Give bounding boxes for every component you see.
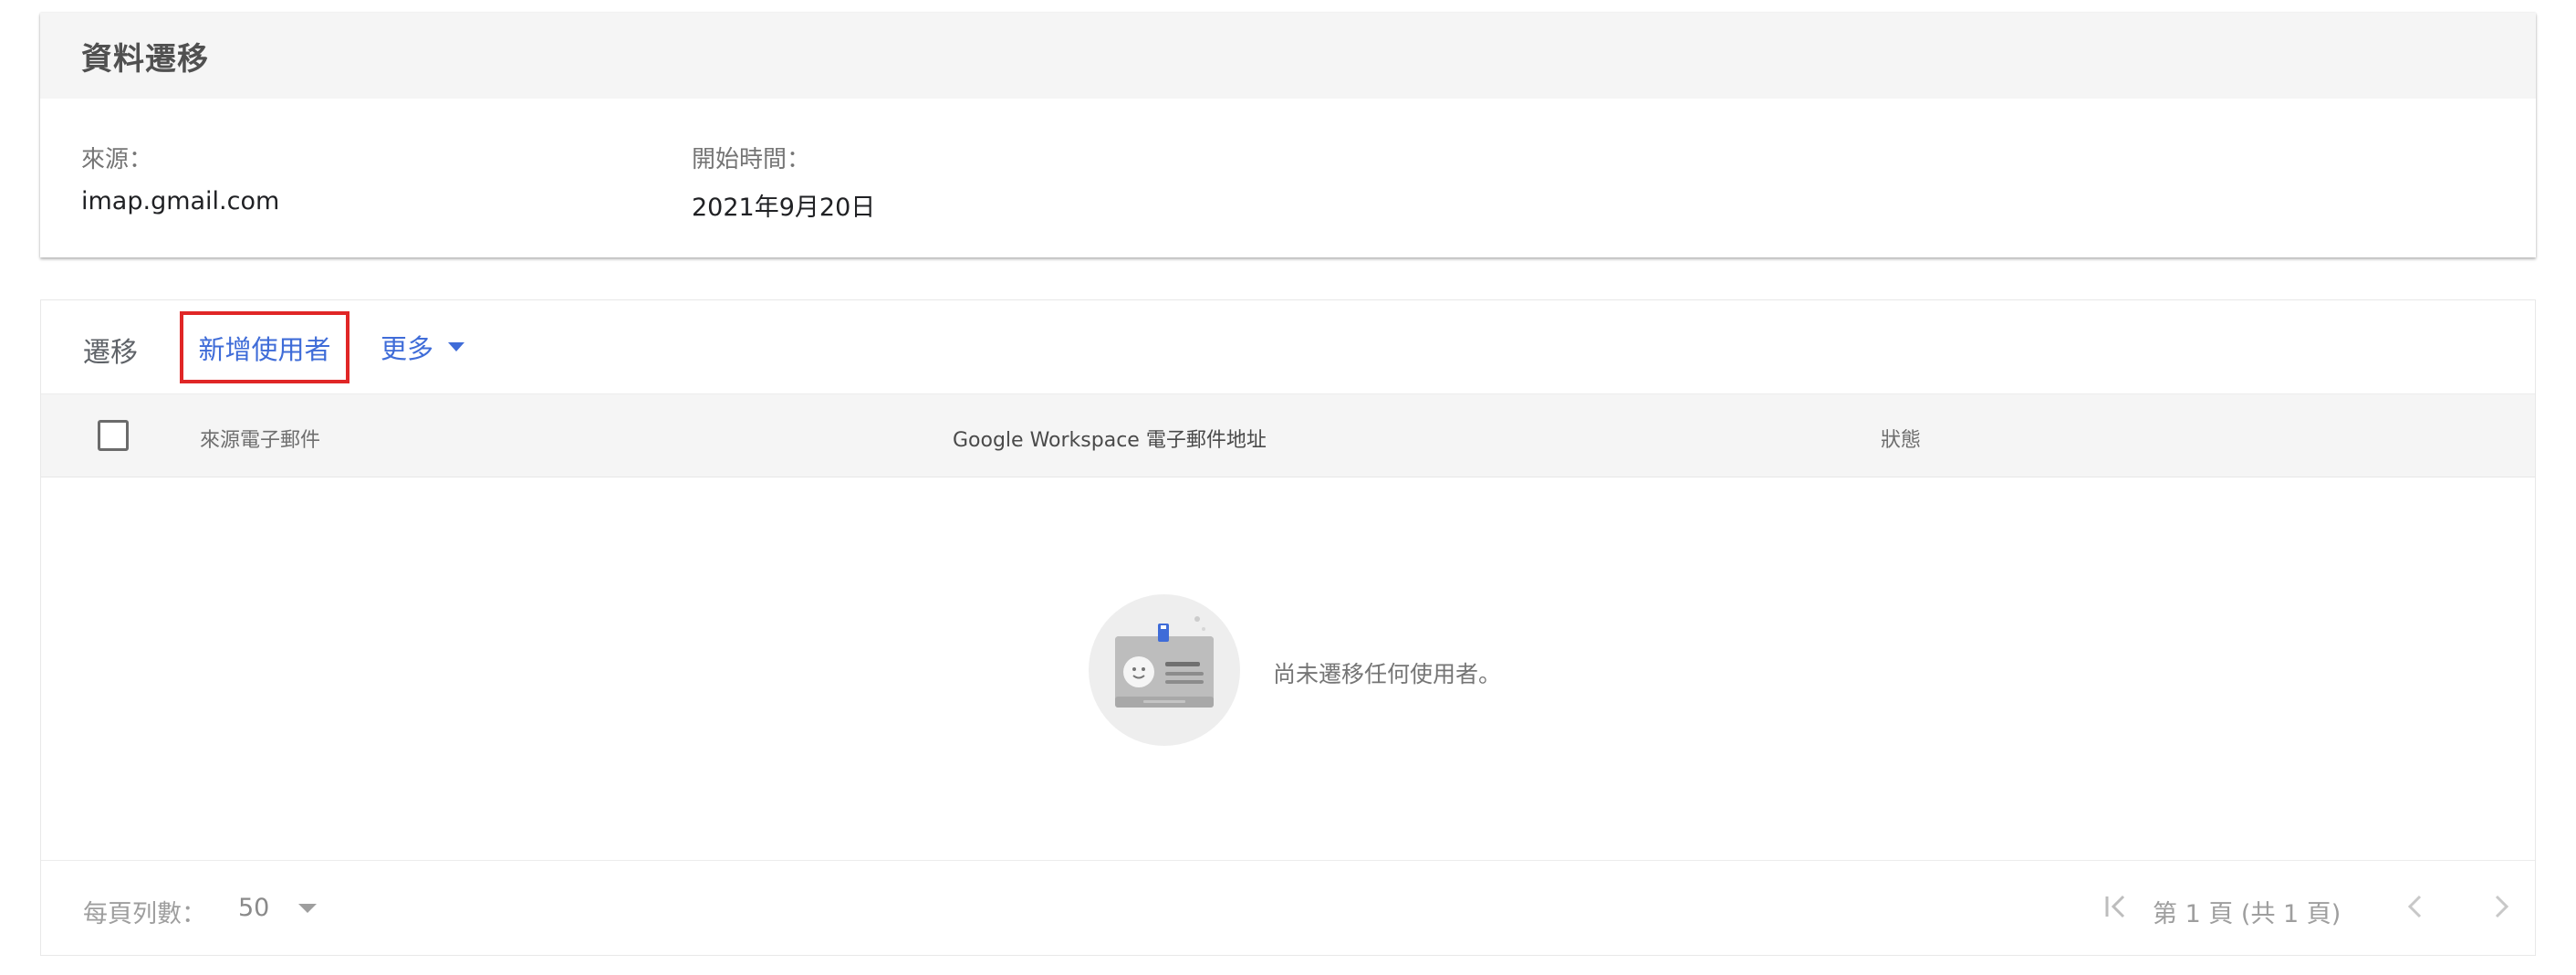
rows-per-page-label: 每頁列數：	[83, 900, 206, 928]
column-header-workspace-email[interactable]: Google Workspace 電子郵件地址	[953, 424, 1267, 453]
empty-state-message: 尚未遷移任何使用者。	[1273, 661, 1502, 687]
source-field: 來源： imap.gmail.com	[81, 141, 279, 215]
migration-users-card: 遷移 新增使用者 更多 來源電子郵件 Google Workspace 電子郵件…	[40, 299, 2536, 956]
start-time-label: 開始時間：	[692, 146, 811, 173]
page-info: 第 1 頁 (共 1 頁)	[2153, 900, 2341, 928]
chevron-down-icon	[448, 342, 465, 351]
section-title: 遷移	[83, 337, 138, 369]
table-header-row: 來源電子郵件 Google Workspace 電子郵件地址 狀態	[41, 393, 2535, 477]
table-footer: 每頁列數： 50 第 1 頁 (共 1 頁)	[41, 861, 2535, 957]
id-card-illustration	[1089, 594, 1240, 746]
column-header-source-email[interactable]: 來源電子郵件	[200, 424, 320, 453]
column-header-status[interactable]: 狀態	[1881, 424, 1921, 453]
chevron-down-icon	[298, 903, 318, 913]
summary-header: 資料遷移	[40, 13, 2536, 99]
more-menu-label: 更多	[381, 333, 434, 364]
empty-state: 尚未遷移任何使用者。	[41, 477, 2535, 861]
table-toolbar: 遷移 新增使用者 更多	[41, 300, 2535, 393]
chevron-left-icon[interactable]	[2397, 888, 2434, 925]
select-all-checkbox[interactable]	[98, 420, 129, 451]
source-label: 來源：	[81, 146, 153, 173]
rows-per-page-select[interactable]: 50	[238, 894, 318, 922]
migration-summary-card: 資料遷移 來源： imap.gmail.com 開始時間： 2021年9月20日	[40, 13, 2536, 257]
add-user-button[interactable]: 新增使用者	[180, 311, 349, 383]
source-value: imap.gmail.com	[81, 187, 280, 215]
start-time-field: 開始時間： 2021年9月20日	[692, 141, 875, 223]
start-time-value: 2021年9月20日	[692, 194, 876, 222]
first-page-icon[interactable]	[2098, 888, 2134, 925]
more-menu-button[interactable]: 更多	[381, 328, 465, 366]
page-title: 資料遷移	[81, 40, 209, 78]
rows-per-page-value: 50	[238, 894, 270, 922]
chevron-right-icon[interactable]	[2483, 888, 2519, 925]
